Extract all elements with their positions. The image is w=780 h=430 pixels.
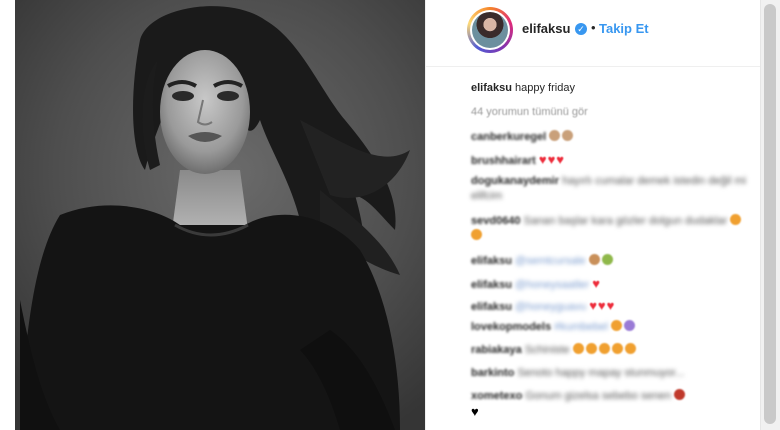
emoji-icon — [549, 130, 561, 141]
emoji-icon — [572, 343, 584, 354]
comment-item: elifaksu @honeysaatler ♥ — [471, 276, 751, 293]
post-photo[interactable] — [0, 0, 425, 430]
username-link[interactable]: elifaksu — [522, 21, 570, 36]
emoji-icon — [562, 130, 574, 141]
view-all-comments-link[interactable]: 44 yorumun tümünü gör — [471, 106, 588, 118]
emoji-icon — [611, 343, 623, 354]
avatar[interactable] — [467, 7, 513, 53]
comment-username[interactable]: lovekopmodels — [471, 321, 551, 333]
comment-item: elifaksu @semtcursale — [471, 254, 751, 269]
emoji-icon — [611, 320, 623, 331]
page-gutter — [0, 0, 15, 430]
comment-username[interactable]: elifaksu — [471, 255, 512, 267]
comment-username[interactable]: xometexo — [471, 390, 522, 402]
black-heart-icon: ♥ — [471, 404, 479, 419]
emoji-icon — [471, 229, 482, 240]
comment-item: dogukanaydemir hayırlı cumalar demek ist… — [471, 174, 751, 204]
heart-emoji-icon: ♥ — [538, 152, 547, 167]
comment-text: #kumbebel — [554, 321, 612, 333]
comment-username[interactable]: elifaksu — [471, 301, 512, 313]
comment-item: rabiakaya Schiniste — [471, 343, 751, 358]
comment-text: Gonum gizelsa sebebo senen — [525, 390, 675, 402]
comment-item: sevd0640 Sanan başlar kara gözler dolgun… — [471, 214, 751, 244]
scrollbar-thumb[interactable] — [764, 4, 776, 424]
comment-text: @honeysaatler — [515, 279, 593, 291]
comment-item: brushhairart ♥♥♥ — [471, 152, 751, 169]
comment-text: @honeyguavu — [515, 301, 590, 313]
heart-emoji-icon: ♥ — [597, 298, 606, 313]
comment-username[interactable]: canberkuregel — [471, 131, 546, 143]
post-side-panel: elifaksu ✓ • Takip Et elifaksu happy fri… — [425, 0, 761, 430]
comment-text: Schiniste — [524, 344, 573, 356]
comment-text: @semtcursale — [515, 255, 589, 267]
comment-username[interactable]: rabiakaya — [471, 344, 522, 356]
heart-emoji-icon: ♥ — [592, 276, 600, 291]
follow-button[interactable]: Takip Et — [599, 21, 649, 36]
comment-username[interactable]: barkinto — [471, 367, 514, 379]
comment-item: lovekopmodels #kumbebel — [471, 320, 751, 335]
heart-emoji-icon: ♥ — [556, 152, 565, 167]
post-caption: elifaksu happy friday — [471, 82, 575, 94]
caption-text: happy friday — [515, 82, 575, 94]
comment-username[interactable]: brushhairart — [471, 155, 536, 167]
verified-badge-icon: ✓ — [575, 23, 587, 35]
comment-item: barkinto Senoto happy mapay stunmuyor... — [471, 366, 751, 381]
rose-emoji-icon — [674, 389, 686, 400]
emoji-icon — [585, 343, 597, 354]
comment-username[interactable]: elifaksu — [471, 279, 512, 291]
caption-username[interactable]: elifaksu — [471, 82, 512, 94]
comment-username[interactable]: sevd0640 — [471, 215, 521, 227]
separator-dot: • — [591, 20, 596, 35]
comment-item: canberkuregel — [471, 130, 751, 145]
emoji-icon — [601, 254, 613, 265]
comment-username[interactable]: dogukanaydemir — [471, 175, 559, 187]
heart-emoji-icon: ♥ — [589, 298, 597, 313]
heart-emoji-icon: ♥ — [606, 298, 615, 313]
post-header: elifaksu ✓ • Takip Et — [426, 0, 761, 67]
emoji-icon — [598, 343, 610, 354]
emoji-icon — [588, 254, 600, 265]
avatar-image — [472, 12, 508, 48]
page-scrollbar[interactable] — [760, 0, 780, 430]
portrait-photo — [0, 0, 425, 430]
comment-item: xometexo Gonum gizelsa sebebo senen ♥ — [471, 389, 751, 421]
heart-emoji-icon: ♥ — [547, 152, 556, 167]
emoji-icon — [624, 320, 636, 331]
emoji-icon — [624, 343, 636, 354]
comment-text: Senoto happy mapay stunmuyor... — [517, 367, 685, 379]
comment-item: elifaksu @honeyguavu ♥♥♥ — [471, 298, 751, 315]
emoji-icon — [730, 214, 742, 225]
comment-text: Sanan başlar kara gözler dolgun dudaklar — [523, 215, 731, 227]
